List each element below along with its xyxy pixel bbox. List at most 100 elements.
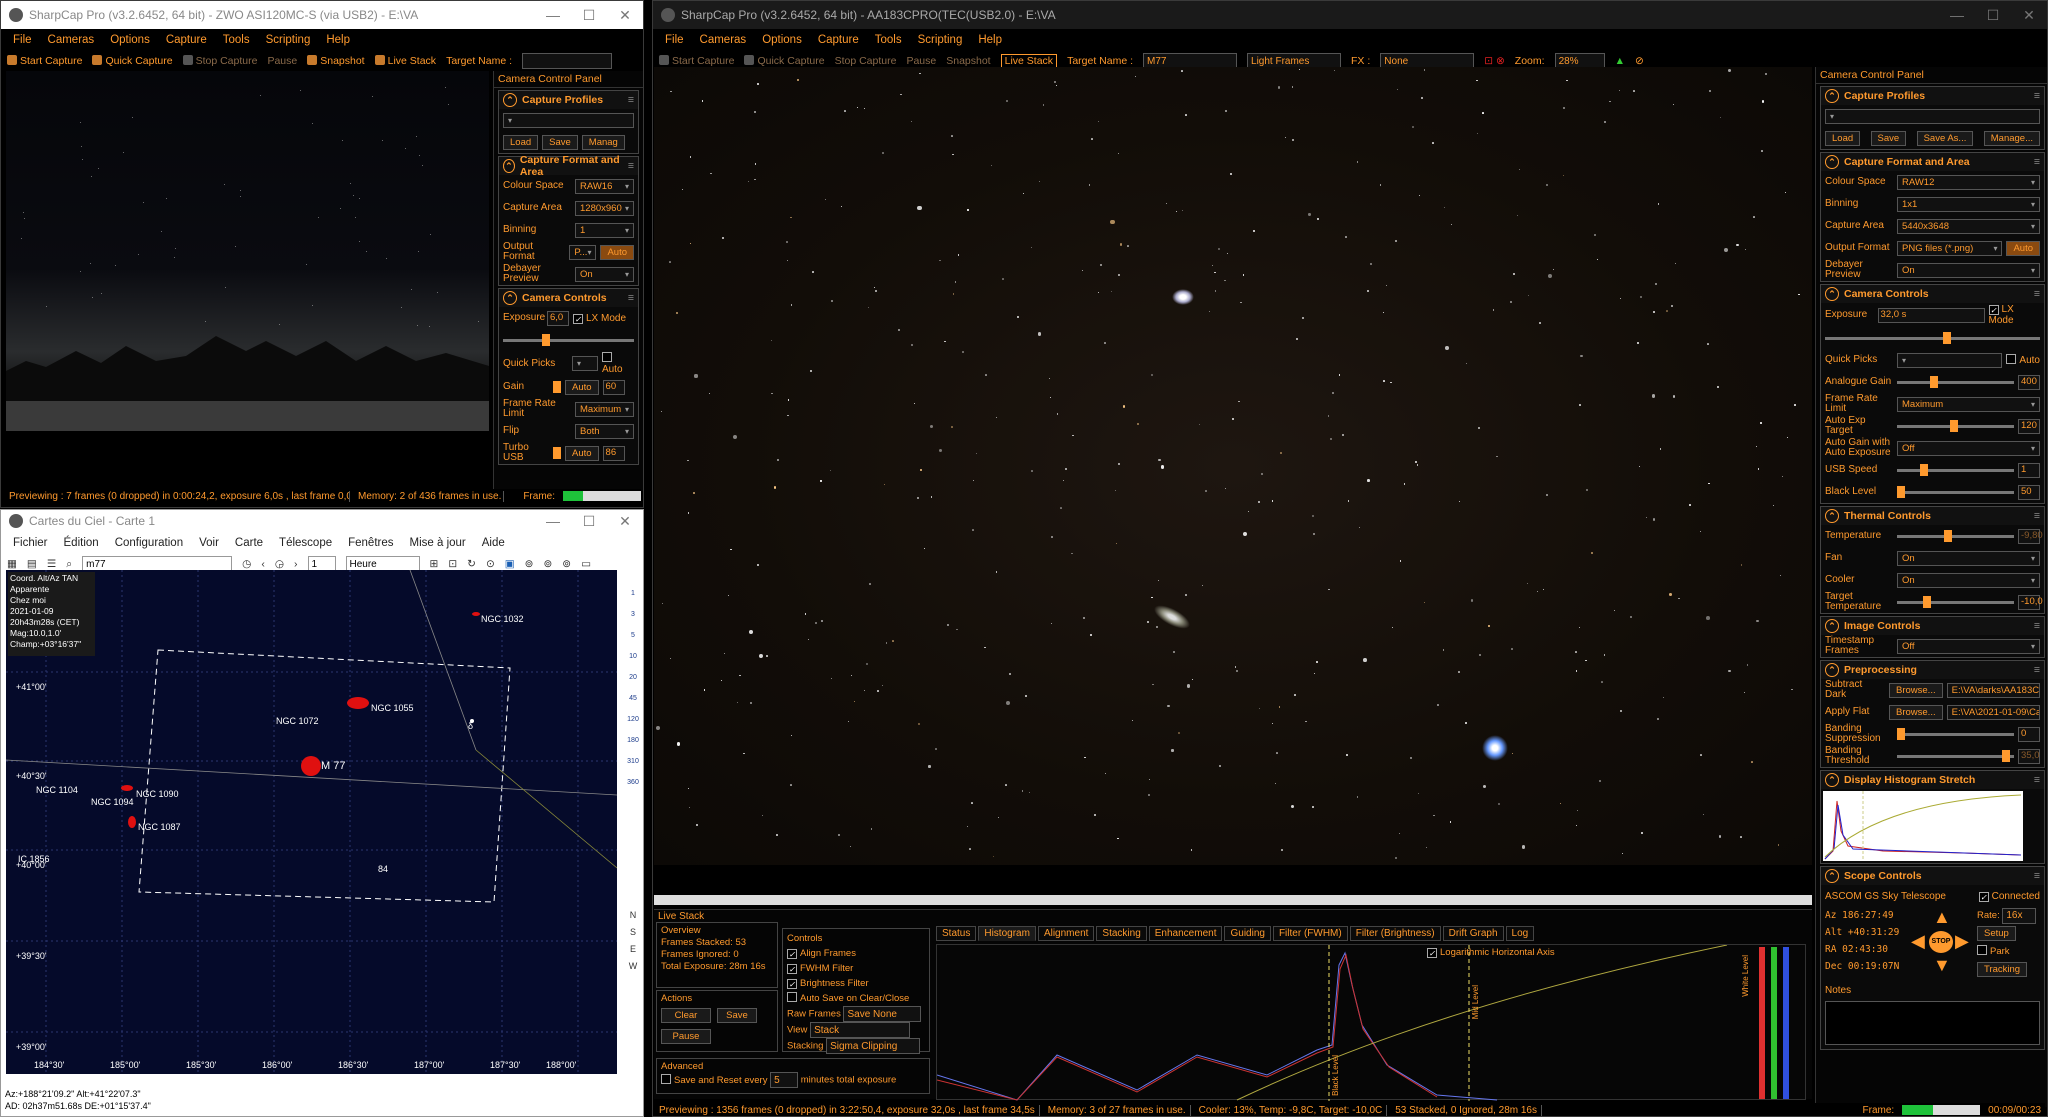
menu-edition[interactable]: Édition — [64, 537, 99, 549]
tab-log[interactable]: Log — [1505, 926, 1535, 941]
menu-fenetres[interactable]: Fenêtres — [348, 537, 393, 549]
menu-scripting[interactable]: Scripting — [266, 34, 311, 46]
auto-gain-select[interactable]: Off — [1897, 440, 2040, 456]
usb-speed-slider[interactable] — [1897, 463, 2014, 476]
flip-select[interactable]: Both — [575, 423, 634, 439]
align-frames-checkbox[interactable]: ✓ Align Frames — [787, 946, 925, 961]
exposure-slider[interactable] — [503, 333, 634, 346]
pause-button[interactable]: Pause — [906, 55, 936, 67]
tab-alignment[interactable]: Alignment — [1037, 926, 1095, 941]
close-icon[interactable]: ✕ — [2011, 7, 2047, 24]
save-reset-checkbox[interactable]: Save and Reset every — [661, 1073, 767, 1086]
black-level-slider[interactable] — [1897, 485, 2014, 498]
frame-rate-select[interactable]: Maximum — [1897, 396, 2040, 412]
banding-threshold-input[interactable]: 35,0 — [2018, 748, 2040, 764]
debayer-select[interactable]: On — [575, 266, 634, 282]
raw-frames-select[interactable]: Save None — [843, 1006, 922, 1022]
auto-button[interactable]: Auto — [2006, 240, 2040, 256]
menu-options[interactable]: Options — [110, 34, 150, 46]
section-header[interactable]: Thermal Controls≡ — [1821, 507, 2044, 525]
gain-slider[interactable] — [1897, 375, 2014, 388]
view-select[interactable]: Stack — [810, 1022, 911, 1038]
menu-file[interactable]: File — [13, 34, 32, 46]
north-button[interactable]: N — [623, 910, 643, 920]
stretch-histogram[interactable] — [1823, 791, 2023, 861]
output-format-select[interactable]: PNG files (*.png) — [1897, 240, 2003, 256]
load-button[interactable]: Load — [1825, 130, 1861, 146]
timestamp-select[interactable]: Off — [1897, 638, 2040, 654]
tab-filter-brightness[interactable]: Filter (Brightness) — [1349, 926, 1441, 941]
colour-space-select[interactable]: RAW12 — [1897, 174, 2040, 190]
snapshot-button[interactable]: Snapshot — [946, 55, 990, 67]
frame-rate-select[interactable]: Maximum — [575, 401, 634, 417]
log-axis-checkbox[interactable]: ✓ Logarithmic Horizontal Axis — [1427, 947, 1555, 958]
close-icon[interactable]: ✕ — [607, 7, 643, 24]
quick-picks-select[interactable] — [1897, 352, 2003, 368]
menu-file[interactable]: File — [665, 34, 684, 46]
profile-select[interactable] — [503, 112, 634, 128]
exposure-input[interactable]: 6,0 — [547, 310, 569, 326]
binning-select[interactable]: 1 — [575, 222, 634, 238]
target-name-input[interactable] — [522, 53, 613, 69]
auto-checkbox[interactable]: Auto — [2006, 354, 2040, 366]
load-button[interactable]: Load — [503, 134, 539, 150]
section-header[interactable]: Capture Format and Area≡ — [1821, 153, 2044, 171]
browse-dark-button[interactable]: Browse... — [1889, 682, 1943, 698]
start-capture-button[interactable]: Start Capture — [7, 55, 82, 67]
setup-button[interactable]: Setup — [1977, 926, 2016, 941]
section-header[interactable]: Camera Controls≡ — [499, 289, 638, 307]
calendar-icon[interactable]: ▦ — [7, 558, 17, 570]
up-arrow-icon[interactable]: ▲ — [1933, 907, 1951, 928]
clear-button[interactable]: Clear — [661, 1008, 711, 1023]
menu-tools[interactable]: Tools — [875, 34, 902, 46]
stop-capture-button[interactable]: Stop Capture — [182, 55, 257, 67]
right-arrow-icon[interactable]: ▶ — [1955, 931, 1969, 952]
tab-drift-graph[interactable]: Drift Graph — [1442, 926, 1504, 941]
menu-help[interactable]: Help — [326, 34, 350, 46]
turbo-auto-button[interactable]: Auto — [565, 445, 599, 461]
capture-area-select[interactable]: 5440x3648 — [1897, 218, 2040, 234]
close-icon[interactable]: ✕ — [607, 513, 643, 530]
turbo-slider[interactable] — [553, 446, 561, 459]
live-image-view[interactable] — [654, 67, 1812, 865]
section-header[interactable]: Preprocessing≡ — [1821, 661, 2044, 679]
telescope3-icon[interactable]: ⊚ — [562, 558, 571, 570]
menu-voir[interactable]: Voir — [199, 537, 219, 549]
menu-options[interactable]: Options — [762, 34, 802, 46]
object-label[interactable]: NGC 1032 — [481, 614, 524, 624]
target-temp-input[interactable]: -10,0 — [2018, 594, 2043, 610]
exposure-slider[interactable] — [1825, 331, 2040, 344]
menu-tools[interactable]: Tools — [223, 34, 250, 46]
object-label[interactable]: NGC 1104 — [36, 785, 78, 795]
object-label[interactable]: NGC 1094 — [91, 797, 134, 807]
white-level-marker[interactable]: White Level — [1741, 955, 1750, 997]
menu-carte[interactable]: Carte — [235, 537, 263, 549]
tab-enhancement[interactable]: Enhancement — [1148, 926, 1223, 941]
binning-select[interactable]: 1x1 — [1897, 196, 2040, 212]
auto-save-checkbox[interactable]: Auto Save on Clear/Close — [787, 991, 925, 1006]
search-icon[interactable]: ⌕ — [66, 558, 72, 571]
rotate-icon[interactable]: ↻ — [467, 558, 476, 570]
menu-aide[interactable]: Aide — [482, 537, 505, 549]
pause-stack-button[interactable]: Pause — [661, 1029, 711, 1044]
lx-mode-checkbox[interactable]: ✓ LX Mode — [573, 313, 626, 324]
save-button[interactable]: Save — [542, 134, 578, 150]
cooler-select[interactable]: On — [1897, 572, 2040, 588]
section-header[interactable]: Display Histogram Stretch≡ — [1821, 771, 2044, 789]
turbo-input[interactable]: 86 — [602, 445, 625, 461]
save-as-button[interactable]: Save As... — [1916, 130, 1974, 146]
output-format-select[interactable]: P... — [569, 244, 597, 260]
minimize-icon[interactable]: — — [535, 7, 571, 24]
dark-file-select[interactable]: E:\VA\darks\AA183CP... — [1946, 682, 2040, 698]
snapshot-button[interactable]: Snapshot — [307, 55, 365, 67]
fan-select[interactable]: On — [1897, 550, 2040, 566]
save-stack-button[interactable]: Save — [717, 1008, 757, 1023]
gain-input[interactable]: 60 — [602, 379, 625, 395]
auto-button[interactable]: Auto — [600, 244, 634, 260]
manage-button[interactable]: Manage... — [1983, 130, 2040, 146]
maximize-icon[interactable]: ☐ — [571, 513, 607, 530]
histogram-icon[interactable]: ▲ — [1615, 55, 1625, 67]
black-level-marker[interactable]: Black Level — [1331, 1055, 1340, 1096]
tracking-button[interactable]: Tracking — [1977, 962, 2028, 977]
tab-status[interactable]: Status — [936, 926, 977, 941]
